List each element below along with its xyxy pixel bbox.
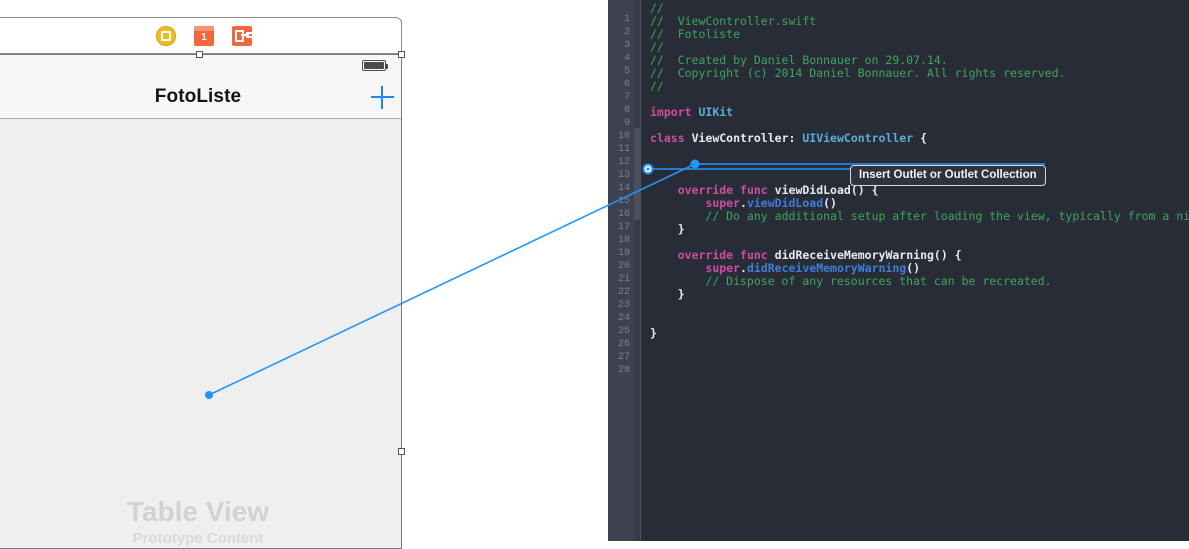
table-view[interactable]: Table View Prototype Content xyxy=(0,120,401,548)
line-numbers: 1 2 3 4 5 6 7 8 9 10 11 12 13 14 15 16 1… xyxy=(617,14,630,376)
interface-builder-canvas[interactable]: FotoListe Table View Prototype Content xyxy=(0,0,608,549)
exit-icon[interactable] xyxy=(232,25,252,46)
code-line: import UIKit xyxy=(650,105,734,119)
selection-handle-top[interactable] xyxy=(196,51,203,58)
status-bar xyxy=(0,55,401,75)
source-editor[interactable]: 1 2 3 4 5 6 7 8 9 10 11 12 13 14 15 16 1… xyxy=(608,0,1189,541)
code-line: // xyxy=(650,79,664,93)
gutter-divider xyxy=(640,0,641,541)
table-view-placeholder-subtitle: Prototype Content xyxy=(132,530,264,547)
page-title: FotoListe xyxy=(154,85,242,107)
selection-handle-right-top[interactable] xyxy=(398,51,405,58)
code-line: } xyxy=(677,287,685,301)
outlet-tooltip: Insert Outlet or Outlet Collection xyxy=(850,165,1046,186)
code-line: // Copyright (c) 2014 Daniel Bonnauer. A… xyxy=(650,66,1066,80)
selection-handle-right-middle[interactable] xyxy=(398,448,405,455)
navigation-bar[interactable]: FotoListe xyxy=(0,75,401,119)
add-button[interactable] xyxy=(367,82,397,112)
code-line: // Fotoliste xyxy=(650,27,741,41)
code-line: } xyxy=(650,326,657,340)
scene-dock[interactable] xyxy=(0,17,402,54)
code-line: // Dispose of any resources that can be … xyxy=(705,274,1052,288)
scene-dock-icon-list xyxy=(0,18,401,53)
code-line: } xyxy=(677,222,685,236)
code-line: class ViewController: UIViewController { xyxy=(650,131,927,145)
battery-icon xyxy=(362,60,388,71)
view-controller-frame[interactable]: FotoListe Table View Prototype Content xyxy=(0,54,402,549)
code-line: // Do any additional setup after loading… xyxy=(705,209,1189,223)
first-responder-icon[interactable] xyxy=(194,25,214,46)
view-controller-icon[interactable] xyxy=(156,25,176,46)
table-view-placeholder-title: Table View xyxy=(126,496,270,527)
